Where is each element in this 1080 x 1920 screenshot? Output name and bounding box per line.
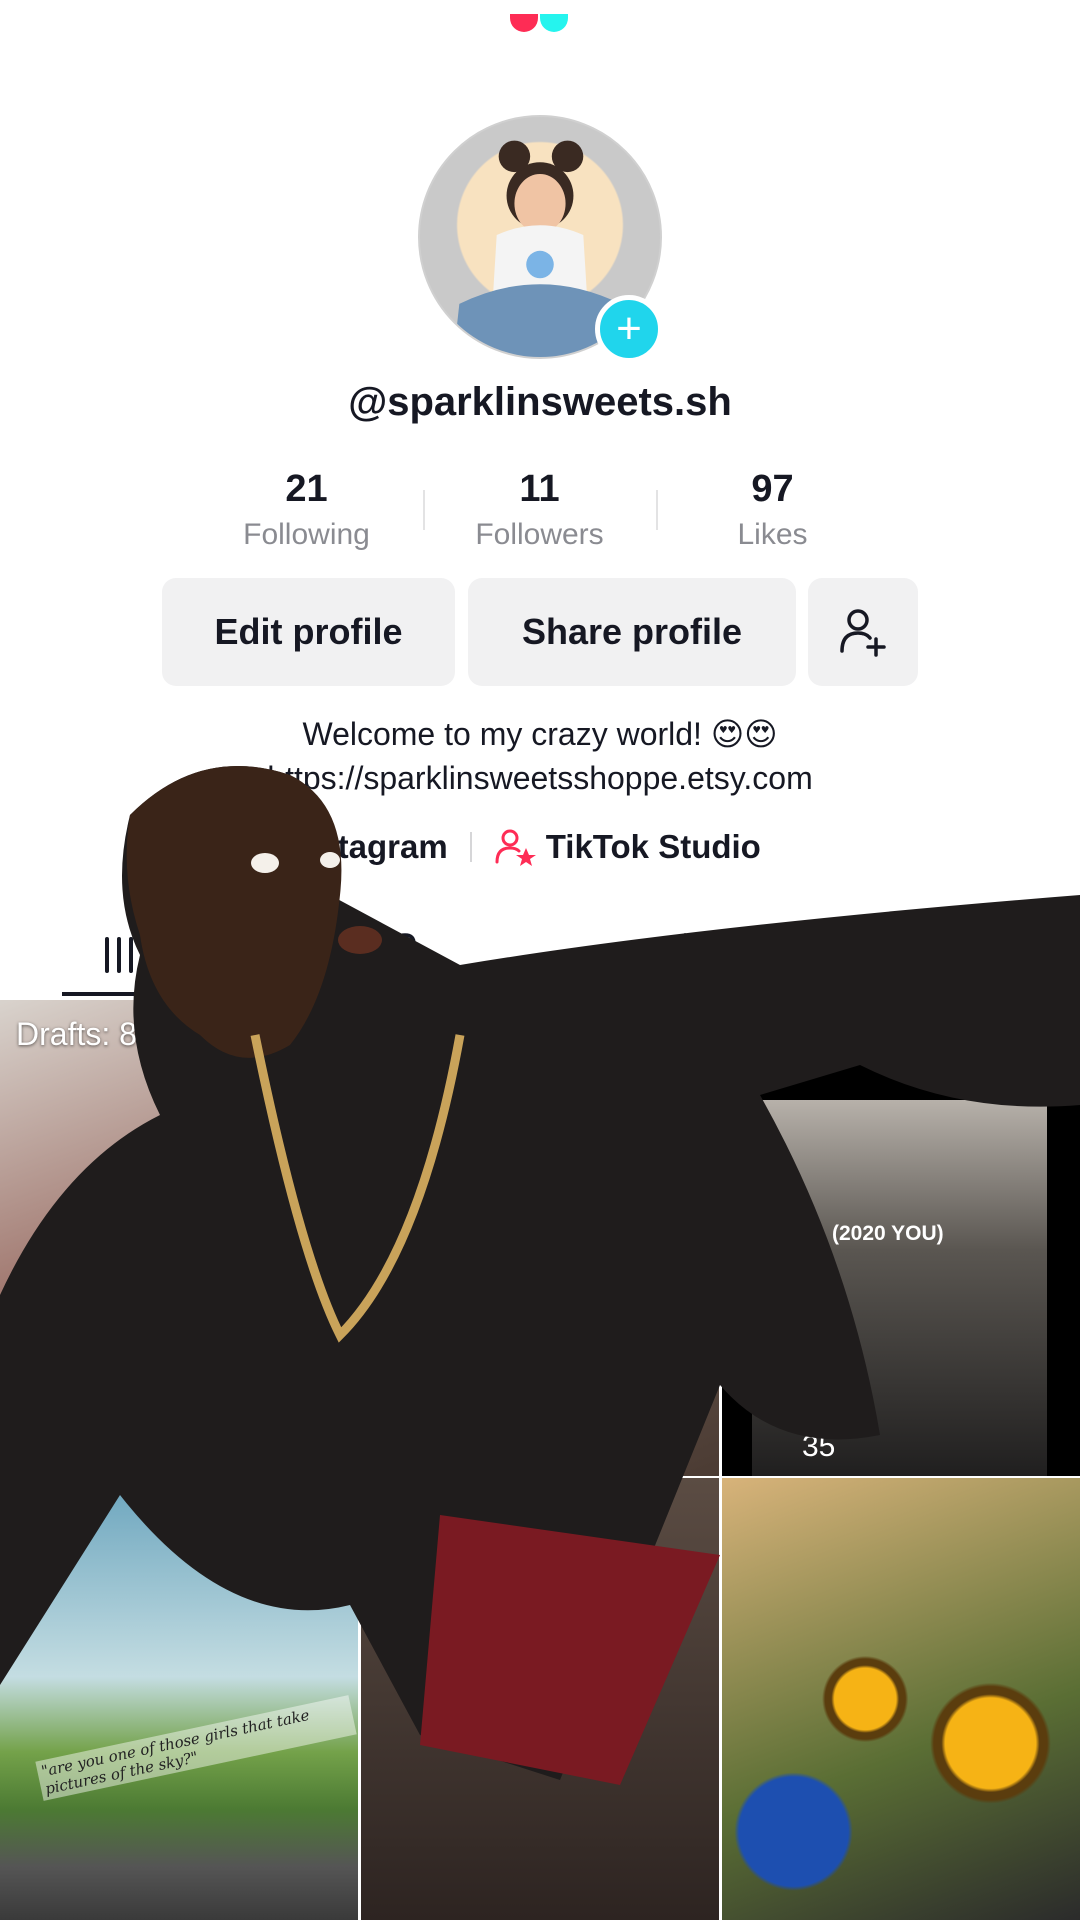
video-thumbnail[interactable] <box>722 1478 1080 1920</box>
drafts-count: Drafts: 8 <box>16 1016 137 1052</box>
logo-dot-red <box>510 14 538 32</box>
stat-following[interactable]: 21 Following <box>190 468 423 568</box>
plus-icon: + <box>616 304 642 353</box>
video-thumbnail[interactable]: (2020 YOU) 35 <box>722 1000 1080 1476</box>
stat-label: Likes <box>737 518 808 551</box>
content-tabs <box>0 910 1080 1000</box>
add-avatar-button[interactable]: + <box>595 295 663 363</box>
profile-bio: Welcome to my crazy world! 😍😍 <box>302 716 778 752</box>
bookmark-icon <box>929 933 961 977</box>
stat-label: Following <box>243 518 370 551</box>
video-caption: (2020 YOU) <box>832 1222 944 1245</box>
stat-value: 97 <box>751 468 794 510</box>
username: @sparklinsweets.sh <box>348 380 732 424</box>
thumbnail-image <box>752 1100 1047 1476</box>
tiktok-logo-dots <box>510 14 570 34</box>
video-caption: "are you one of those girls that take pi… <box>35 1695 357 1801</box>
divider <box>469 832 472 862</box>
tab-reposts[interactable] <box>540 910 810 1000</box>
grid-icon <box>103 937 165 973</box>
stat-likes[interactable]: 97 Likes <box>656 468 889 568</box>
tab-private[interactable] <box>270 910 540 1000</box>
video-thumbnail[interactable] <box>361 1000 719 1476</box>
add-friend-button[interactable] <box>808 578 918 686</box>
profile-link[interactable]: https://sparklinsweetsshoppe.etsy.com <box>0 760 1080 797</box>
repost-icon <box>655 933 695 977</box>
share-profile-button[interactable]: Share profile <box>468 578 796 686</box>
active-tab-indicator <box>62 992 217 996</box>
logo-dot-cyan <box>540 14 568 32</box>
studio-person-star-icon <box>495 829 536 866</box>
stat-value: 11 <box>519 468 560 510</box>
lock-icon <box>387 933 423 977</box>
add-person-icon <box>840 609 886 657</box>
profile-stats: 21 Following 11 Followers 97 Likes <box>190 468 890 568</box>
tiktok-studio-link[interactable]: TikTok Studio <box>546 828 761 866</box>
stat-value: 21 <box>285 468 328 510</box>
video-thumbnail[interactable]: "are you one of those girls that take pi… <box>0 1478 358 1920</box>
video-grid: Drafts: 8 (2020 YOU) 35 "are you one of … <box>0 1000 1080 1920</box>
view-count: 35 <box>802 1430 836 1463</box>
tab-saved[interactable] <box>810 910 1080 1000</box>
profile-links-row: Instagram TikTok Studio <box>290 822 761 872</box>
stat-label: Followers <box>475 518 604 551</box>
tab-videos[interactable] <box>0 910 270 1000</box>
drafts-tile[interactable]: Drafts: 8 <box>0 1000 358 1476</box>
stat-followers[interactable]: 11 Followers <box>423 468 656 568</box>
video-thumbnail[interactable] <box>361 1478 719 1920</box>
edit-profile-button[interactable]: Edit profile <box>162 578 455 686</box>
instagram-link[interactable]: Instagram <box>290 828 448 866</box>
